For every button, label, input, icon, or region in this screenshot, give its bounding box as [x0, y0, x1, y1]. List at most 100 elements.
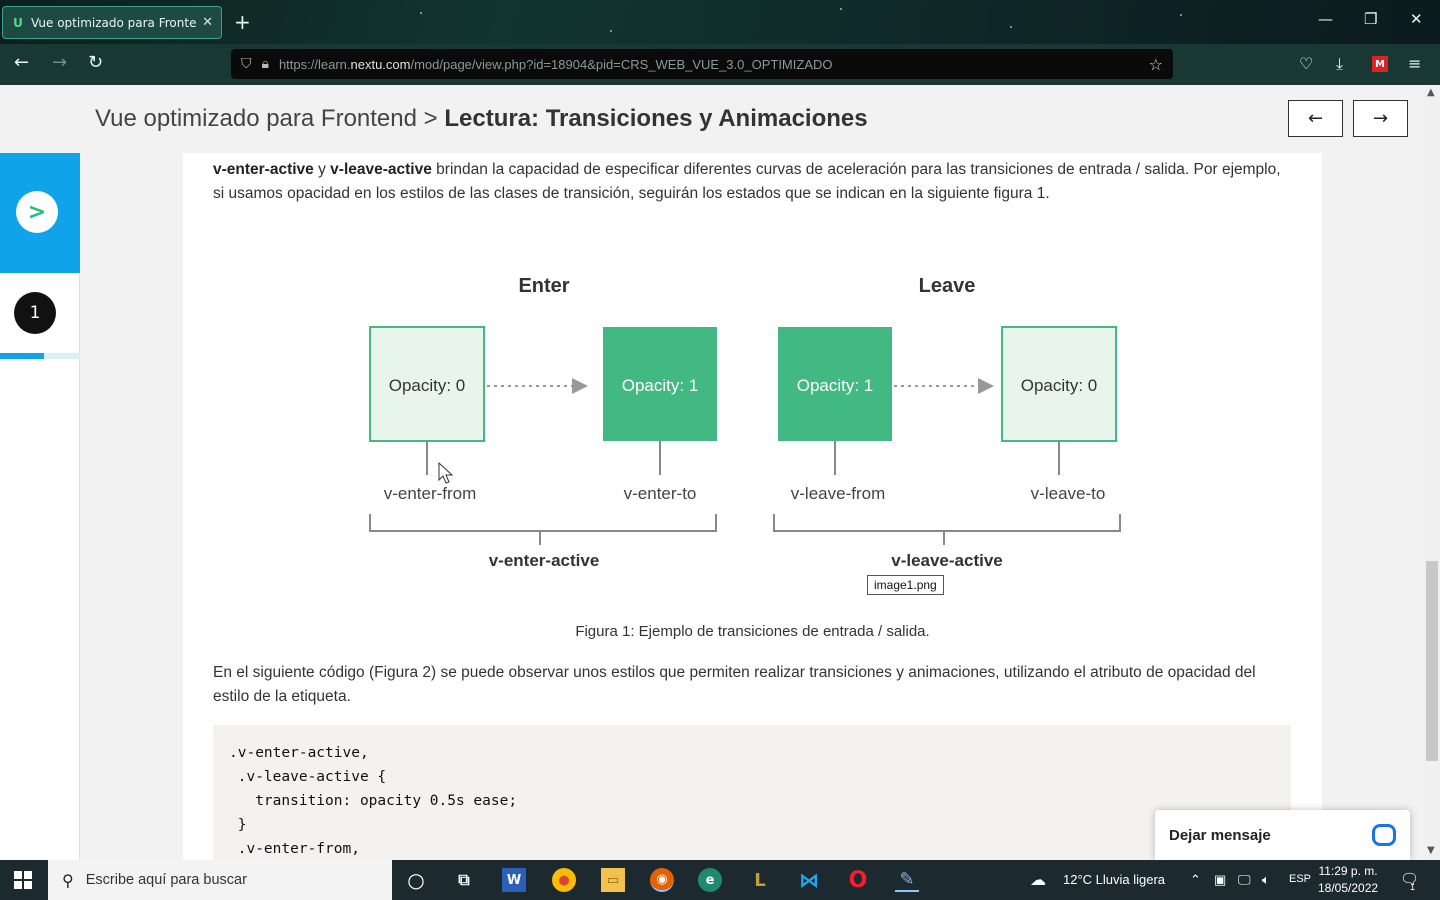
step-number-badge[interactable]: 1 [14, 292, 56, 334]
edge-icon[interactable]: e [698, 868, 722, 892]
shield-icon[interactable]: ⛉ [241, 56, 252, 72]
code-line: .v-enter-from, [229, 841, 360, 857]
image-tooltip: image1.png [867, 575, 944, 595]
nextu-favicon-icon: U [13, 15, 23, 30]
leave-arrow-head [978, 378, 994, 394]
breadcrumb-course[interactable]: Vue optimizado para Frontend [95, 105, 417, 132]
url-text[interactable]: https://learn.nextu.com/mod/page/view.ph… [279, 57, 1149, 72]
page-scrollbar[interactable]: ▲ ▼ [1424, 85, 1440, 860]
bookmark-star-icon[interactable]: ☆ [1149, 55, 1163, 74]
chevron-right-icon[interactable]: > [16, 191, 58, 233]
leave-message-label: Dejar mensaje [1169, 826, 1271, 844]
language-indicator[interactable]: ESP [1289, 873, 1311, 885]
scrollbar-thumb[interactable] [1426, 561, 1438, 761]
label-v-enter-to: v-enter-to [624, 484, 697, 503]
address-bar[interactable]: ⛉ 🔒︎ https://learn.nextu.com/mod/page/vi… [231, 49, 1173, 79]
box-enter-to-label: Opacity: 1 [622, 376, 699, 395]
enter-active-bracket [369, 514, 717, 532]
leave-title: Leave [919, 275, 976, 297]
enter-title: Enter [518, 275, 569, 297]
network-icon[interactable]: 🖵︎ [1238, 872, 1251, 888]
next-page-button[interactable]: → [1353, 100, 1408, 137]
box-enter-from-label: Opacity: 0 [389, 376, 466, 395]
page-title: Lectura: Transiciones y Animaciones [444, 105, 868, 132]
new-tab-icon[interactable]: + [234, 10, 251, 34]
clock-time: 11:29 p. m. [1318, 864, 1378, 878]
taskbar-search[interactable]: ⚲ Escribe aquí para buscar [48, 860, 392, 900]
vscode-icon[interactable]: ⋈ [797, 868, 821, 892]
leave-message-widget[interactable]: Dejar mensaje [1155, 810, 1410, 860]
code-line: .v-enter-active, [229, 745, 369, 761]
minimize-icon[interactable]: — [1318, 10, 1333, 28]
volume-icon[interactable]: 🔈︎ [1262, 872, 1270, 888]
chrome-icon[interactable]: ● [552, 868, 576, 892]
task-view-icon[interactable]: ⧉ [452, 868, 476, 892]
nav-bar: ← → ↻ ⛉ 🔒︎ https://learn.nextu.com/mod/p… [0, 44, 1440, 85]
scroll-up-icon[interactable]: ▲ [1427, 87, 1435, 98]
notification-count: 1 [1410, 882, 1416, 892]
weather-text[interactable]: 12°C Lluvia ligera [1063, 872, 1165, 887]
taskbar-search-placeholder: Escribe aquí para buscar [85, 872, 247, 888]
windows-start-icon[interactable] [14, 871, 32, 889]
url-domain: nextu.com [350, 56, 411, 72]
back-icon[interactable]: ← [14, 52, 29, 73]
sidebar-toggle-panel[interactable]: > [0, 153, 80, 273]
breadcrumb-separator: > [423, 105, 438, 132]
tab-bar: U Vue optimizado para Frontend ✕ + — ❐ ✕ [0, 0, 1440, 44]
meet-now-icon[interactable]: ▣ [1214, 872, 1226, 888]
browser-tab-active[interactable]: U Vue optimizado para Frontend ✕ [2, 6, 222, 39]
forward-icon[interactable]: → [52, 52, 67, 73]
league-of-legends-icon[interactable]: L [748, 868, 772, 892]
pocket-icon[interactable]: ♡ [1299, 54, 1313, 73]
weather-cloud-icon[interactable]: ☁ [1030, 870, 1046, 890]
firefox-icon[interactable]: ◉ [650, 868, 674, 892]
label-v-leave-to: v-leave-to [1031, 484, 1106, 503]
breadcrumb: Vue optimizado para Frontend > Lectura: … [95, 105, 868, 133]
menu-icon[interactable]: ≡ [1408, 54, 1421, 73]
prev-page-button[interactable]: ← [1288, 100, 1343, 137]
cortana-icon[interactable]: ○ [404, 868, 428, 892]
transition-diagram: Enter Leave Opacity: 0 Opacity: 1 Opacit… [369, 275, 1121, 570]
search-icon: ⚲ [62, 870, 74, 890]
url-prefix: https://learn. [278, 56, 351, 72]
intro-conjunction: y [313, 161, 331, 178]
reload-icon[interactable]: ↻ [88, 52, 103, 73]
figure-caption: Figura 1: Ejemplo de transiciones de ent… [575, 623, 930, 640]
lesson-progress-bar [0, 353, 80, 359]
mendeley-extension-icon[interactable]: M [1372, 56, 1388, 72]
scroll-down-icon[interactable]: ▼ [1427, 845, 1435, 856]
lesson-progress-fill [0, 353, 44, 359]
downloads-icon[interactable]: ⤓ [1336, 54, 1343, 74]
lesson-content: v-enter-active y v-leave-active brindan … [183, 153, 1322, 860]
url-path: /mod/page/view.php?id=18904&pid=CRS_WEB_… [410, 56, 833, 72]
code-line: .v-leave-active { [229, 769, 387, 785]
code-line: } [229, 817, 247, 833]
code-intro-paragraph: En el siguiente código (Figura 2) se pue… [213, 664, 1256, 705]
opera-icon[interactable]: O [846, 868, 870, 893]
chat-bubble-icon [1372, 824, 1396, 846]
intro-keyword-enter: v-enter-active [213, 161, 314, 178]
file-explorer-icon[interactable]: ▭ [601, 868, 625, 892]
intro-keyword-leave: v-leave-active [330, 161, 432, 178]
lesson-sidebar: > 1 [0, 153, 80, 860]
restore-icon[interactable]: ❐ [1364, 10, 1377, 28]
taskbar-clock[interactable]: 11:29 p. m. 18/05/2022 [1318, 863, 1378, 897]
box-leave-from-label: Opacity: 1 [797, 376, 874, 395]
tab-close-icon[interactable]: ✕ [202, 15, 213, 30]
window-close-icon[interactable]: ✕ [1410, 10, 1423, 28]
label-v-leave-from: v-leave-from [791, 484, 885, 503]
mouse-cursor-icon [438, 461, 454, 484]
windows-taskbar: ⚲ Escribe aquí para buscar ○ ⧉ W ● ▭ ◉ e… [0, 860, 1440, 900]
label-v-enter-active: v-enter-active [489, 551, 600, 570]
clock-date: 18/05/2022 [1318, 881, 1379, 895]
lock-icon[interactable]: 🔒︎ [262, 56, 269, 72]
leave-active-bracket [773, 514, 1121, 532]
intro-paragraph: v-enter-active y v-leave-active brindan … [213, 158, 1293, 206]
tray-chevron-up-icon[interactable]: ⌃ [1190, 872, 1201, 888]
code-block: .v-enter-active, .v-leave-active { trans… [213, 725, 1291, 860]
word-icon[interactable]: W [502, 868, 526, 892]
tab-title: Vue optimizado para Frontend [31, 15, 197, 30]
page-header: Vue optimizado para Frontend > Lectura: … [0, 85, 1424, 153]
paint-icon[interactable]: ✎ [895, 868, 919, 892]
enter-arrow-head [572, 378, 588, 394]
